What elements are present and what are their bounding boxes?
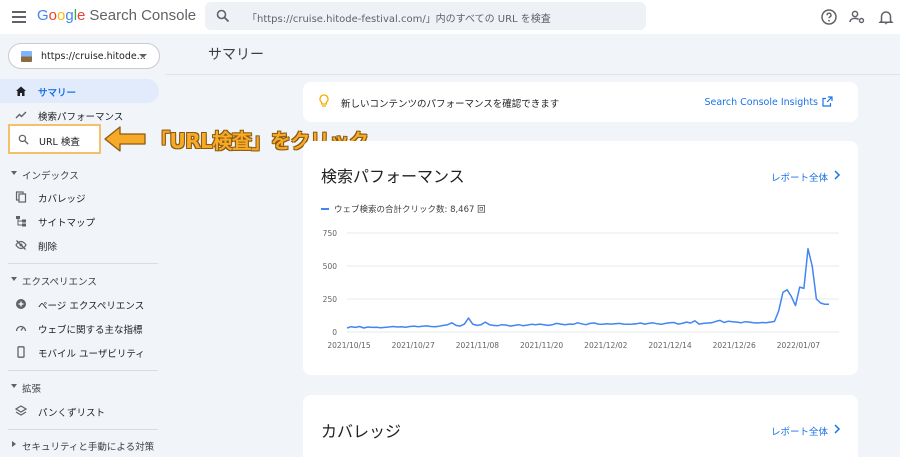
speed-icon — [15, 325, 27, 332]
visibility-off-icon — [15, 240, 27, 250]
sidebar-item-sitemap[interactable]: サイトマップ — [0, 209, 159, 233]
section-security[interactable]: セキュリティと手動による対策 — [0, 436, 159, 454]
home-icon — [16, 86, 26, 96]
banner-text: 新しいコンテンツのパフォーマンスを確認できます — [341, 99, 560, 110]
sidebar-item-page-experience[interactable]: ページ エクスペリエンス — [0, 292, 159, 316]
x-tick-label: 2021/10/15 — [327, 341, 370, 350]
performance-card: 検索パフォーマンス レポート全体 ウェブ検索の合計クリック数: 8,467 回 … — [303, 141, 858, 375]
help-icon[interactable] — [820, 8, 838, 26]
sidebar-item-summary[interactable]: サマリー — [0, 79, 159, 103]
logo-letter: G — [37, 7, 49, 24]
property-selector[interactable]: https://cruise.hitode... — [8, 43, 160, 69]
sitemap-icon — [16, 216, 26, 227]
chart-legend[interactable]: ウェブ検索の合計クリック数: 8,467 回 — [321, 203, 486, 215]
logo-letter: g — [65, 7, 74, 24]
insights-banner: 新しいコンテンツのパフォーマンスを確認できます Search Console I… — [303, 82, 858, 122]
notifications-icon[interactable] — [877, 8, 895, 26]
x-tick-label: 2021/12/26 — [713, 341, 756, 350]
sidebar-item-core-web-vitals[interactable]: ウェブに関する主な指標 — [0, 316, 159, 340]
x-tick-label: 2022/01/07 — [777, 341, 820, 350]
page-title: サマリー — [208, 47, 264, 63]
coverage-full-report-link[interactable]: レポート全体 — [771, 424, 828, 438]
sidebar-item-breadcrumbs[interactable]: パンくずリスト — [0, 399, 159, 423]
legend-swatch — [321, 208, 329, 210]
search-console-insights-link[interactable]: Search Console Insights — [704, 97, 818, 108]
section-label: セキュリティと手動による対策 — [22, 442, 155, 453]
sidebar-item-label: 検索パフォーマンス — [38, 112, 124, 123]
performance-full-report-link[interactable]: レポート全体 — [771, 170, 828, 184]
sidebar-item-label: モバイル ユーザビリティ — [38, 349, 145, 360]
sidebar-divider — [8, 370, 158, 371]
product-name: Search Console — [89, 7, 197, 24]
chevron-right-icon[interactable] — [832, 424, 842, 434]
sidebar: https://cruise.hitode... サマリー 検索パフォーマンス … — [0, 34, 165, 457]
section-label: 拡張 — [22, 384, 42, 395]
property-url: https://cruise.hitode... — [41, 51, 146, 62]
x-tick-label: 2021/11/20 — [520, 341, 563, 350]
sidebar-item-mobile-usability[interactable]: モバイル ユーザビリティ — [0, 340, 159, 364]
copy-icon — [15, 191, 27, 203]
expand-icon — [11, 171, 17, 175]
dropdown-caret-icon — [139, 54, 147, 58]
callout-arrow-icon — [104, 126, 146, 152]
legend-label: ウェブ検索の合計クリック数: 8,467 回 — [334, 205, 486, 215]
manage-users-icon[interactable] — [848, 8, 866, 26]
x-tick-label: 2021/12/02 — [584, 341, 627, 350]
y-tick-label: 750 — [323, 229, 338, 238]
series-line — [346, 248, 829, 329]
open-in-new-icon[interactable] — [822, 96, 833, 107]
sidebar-item-label: サマリー — [38, 88, 77, 99]
smartphone-icon — [17, 346, 25, 358]
header-divider — [165, 74, 900, 75]
search-icon — [18, 134, 29, 145]
sidebar-item-label: URL 検査 — [39, 137, 80, 148]
coverage-card-title: カバレッジ — [321, 422, 402, 441]
coverage-card: カバレッジ レポート全体 — [303, 395, 858, 457]
main-menu-button[interactable] — [10, 8, 28, 26]
y-tick-label: 250 — [323, 295, 338, 304]
add-circle-icon — [16, 299, 26, 309]
logo-letter: o — [48, 7, 58, 24]
chevron-right-icon[interactable] — [832, 170, 842, 180]
clicks-line-chart[interactable]: 750 500 250 0 2021/10/15 2021/10/27 2021/11/08… — [303, 219, 858, 369]
trending-icon — [15, 111, 27, 119]
search-icon — [216, 9, 230, 23]
y-tick-label: 0 — [332, 328, 337, 337]
google-search-console-logo[interactable]: Google Search Console — [37, 7, 196, 24]
sidebar-divider — [8, 263, 158, 264]
sidebar-item-label: ウェブに関する主な指標 — [38, 325, 143, 336]
top-bar: Google Search Console 「https://cruise.hit… — [0, 0, 900, 34]
section-enhancements[interactable]: 拡張 — [0, 378, 159, 396]
section-label: インデックス — [22, 171, 79, 182]
sidebar-item-label: カバレッジ — [38, 194, 86, 205]
x-tick-label: 2021/12/14 — [648, 341, 691, 350]
layers-icon — [15, 405, 27, 416]
expand-icon — [11, 277, 17, 281]
sidebar-item-removals[interactable]: 削除 — [0, 233, 159, 257]
search-placeholder: 「https://cruise.hitode-festival.com/」内のす… — [247, 14, 551, 25]
url-inspection-search[interactable]: 「https://cruise.hitode-festival.com/」内のす… — [205, 2, 646, 30]
x-tick-label: 2021/10/27 — [392, 341, 435, 350]
sidebar-item-label: サイトマップ — [38, 218, 96, 229]
section-experience[interactable]: エクスペリエンス — [0, 271, 159, 289]
sidebar-item-url-inspection[interactable]: URL 検査 — [8, 124, 101, 154]
x-tick-label: 2021/11/08 — [456, 341, 499, 350]
sidebar-item-label: パンくずリスト — [38, 408, 105, 419]
sidebar-item-label: ページ エクスペリエンス — [38, 301, 145, 312]
expand-icon — [11, 384, 17, 388]
logo-letter: e — [77, 7, 86, 24]
lightbulb-icon — [319, 94, 329, 107]
sidebar-item-coverage[interactable]: カバレッジ — [0, 185, 159, 209]
section-label: エクスペリエンス — [22, 277, 97, 288]
property-favicon-icon — [21, 51, 32, 62]
performance-card-title: 検索パフォーマンス — [321, 167, 465, 186]
y-tick-label: 500 — [323, 262, 338, 271]
sidebar-item-label: 削除 — [38, 242, 58, 253]
section-index[interactable]: インデックス — [0, 165, 159, 183]
collapsed-icon — [12, 441, 16, 447]
sidebar-divider — [8, 429, 158, 430]
